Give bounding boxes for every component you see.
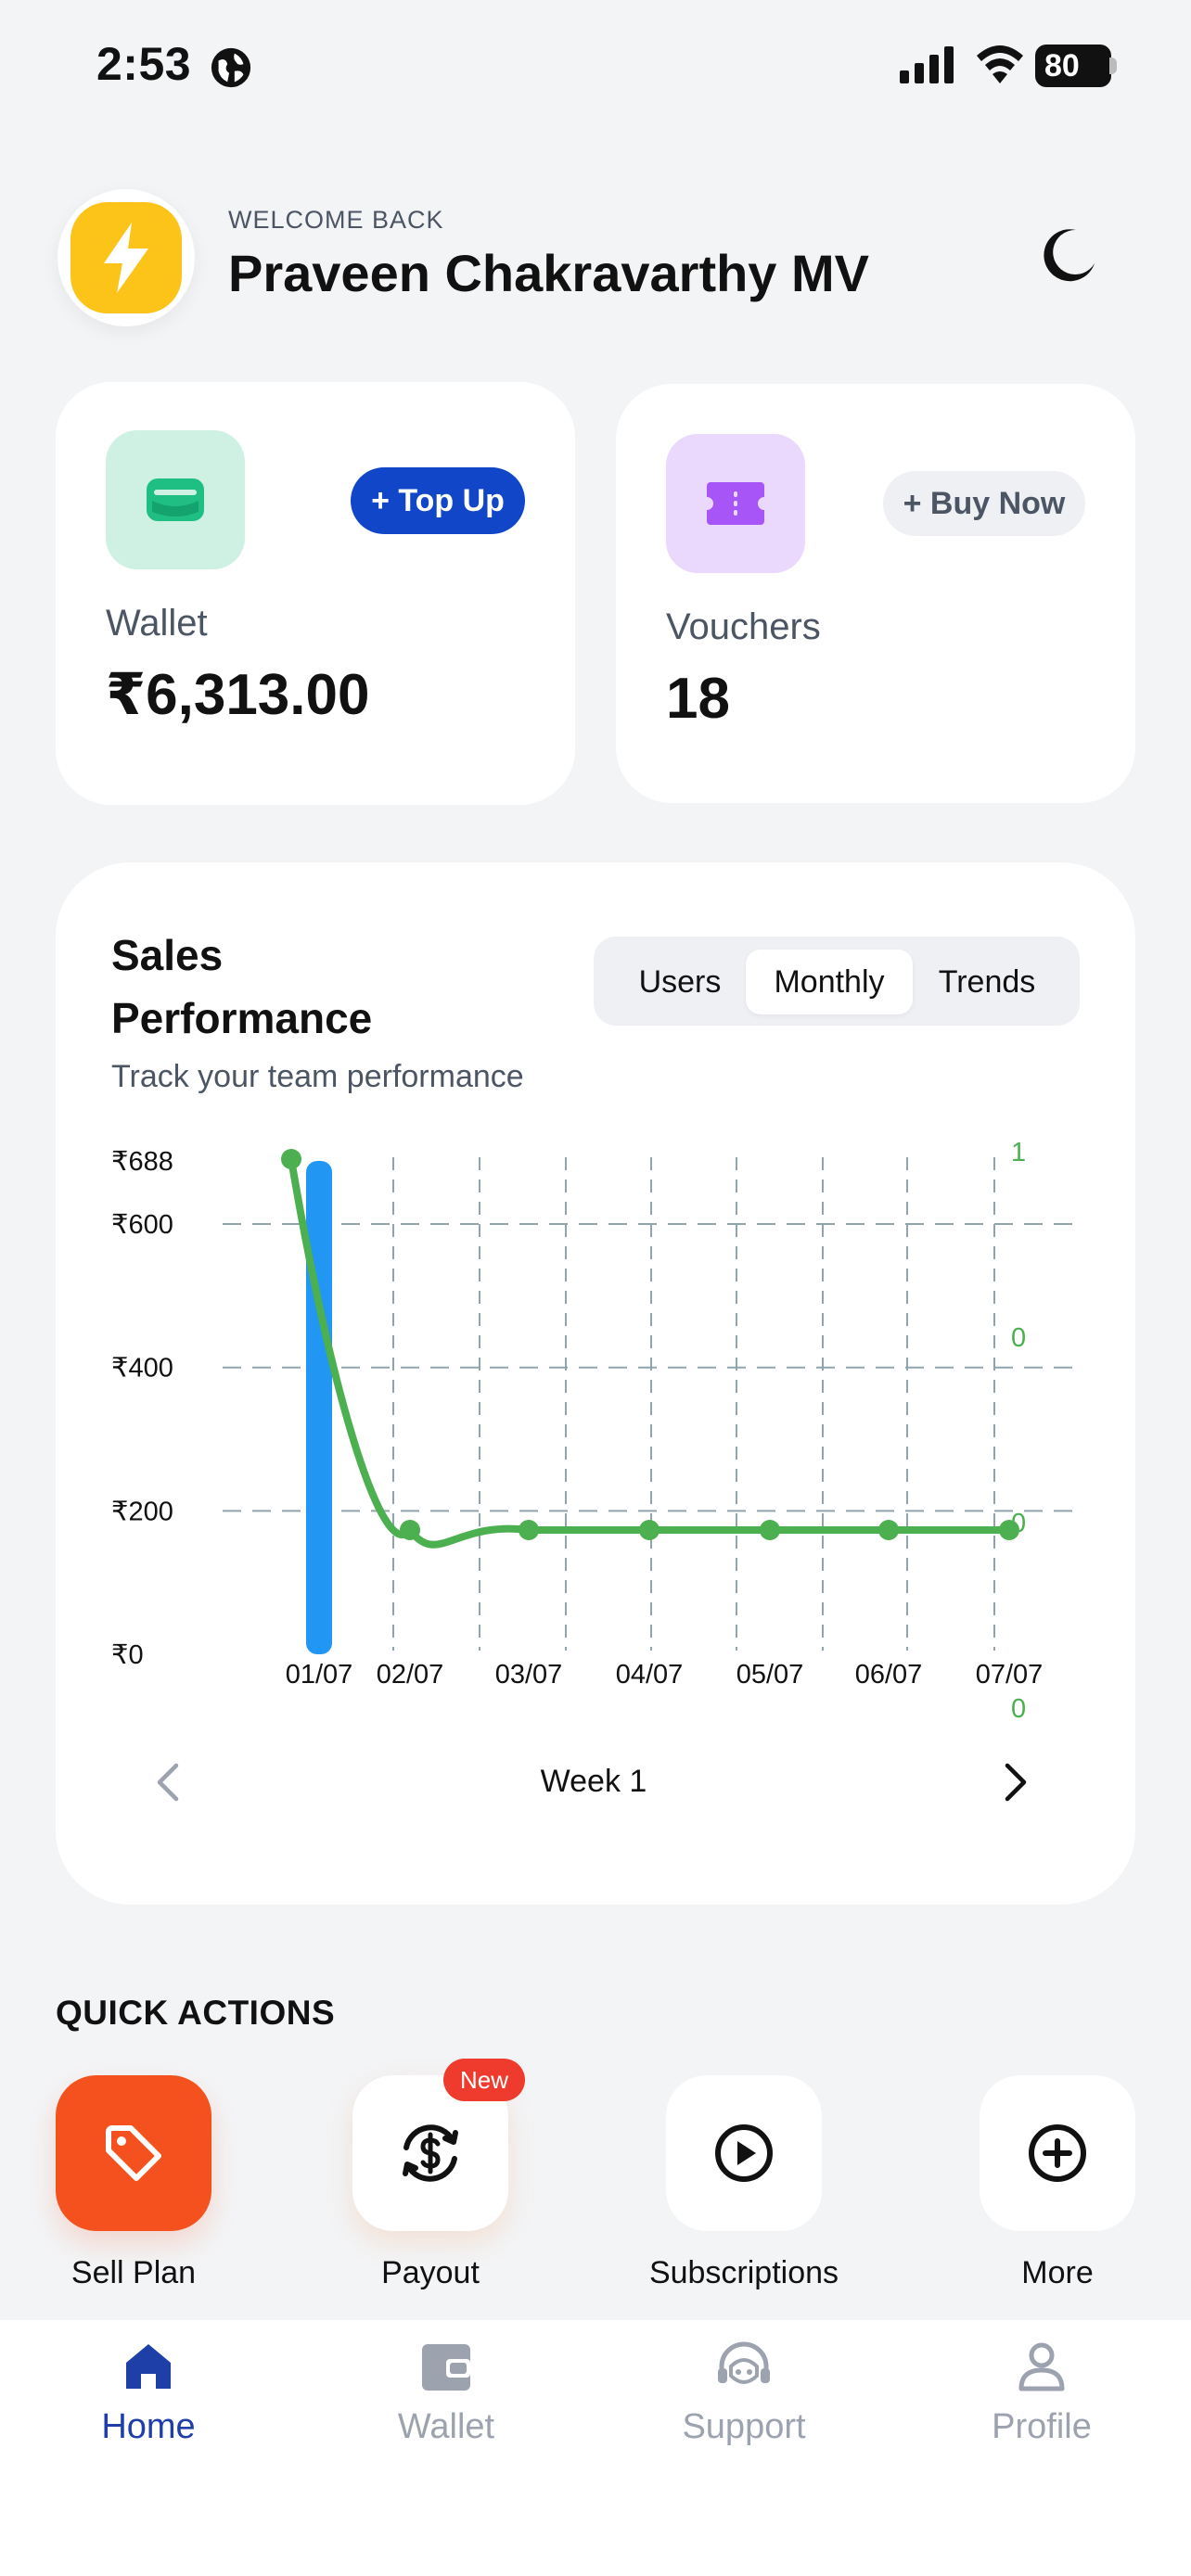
y-axis-tick-label: ₹200 <box>111 1497 173 1526</box>
chevron-left-icon[interactable] <box>150 1760 184 1804</box>
line-point <box>400 1520 420 1540</box>
person-icon <box>1018 2342 1065 2391</box>
line-point <box>999 1520 1019 1540</box>
line-point <box>519 1520 539 1540</box>
nav-profile[interactable]: Profile <box>930 2339 1153 2447</box>
payout-label: Payout <box>381 2255 480 2290</box>
right-axis-tick-label: 1 <box>1011 1138 1026 1167</box>
nav-support-label: Support <box>682 2407 806 2446</box>
line-point <box>281 1149 301 1169</box>
x-axis-tick-label: 03/07 <box>495 1660 563 1690</box>
nav-home[interactable]: Home <box>37 2339 260 2447</box>
nav-wallet-label: Wallet <box>397 2407 495 2446</box>
tag-icon <box>106 2125 161 2181</box>
nav-profile-label: Profile <box>992 2407 1092 2446</box>
new-badge: New <box>443 2059 525 2101</box>
y-axis-tick-label: ₹400 <box>111 1354 173 1384</box>
nav-support[interactable]: Support <box>633 2339 855 2447</box>
subscriptions-label: Subscriptions <box>648 2255 839 2290</box>
line-point <box>878 1520 899 1540</box>
right-axis-tick-label: 0 <box>1011 1323 1026 1353</box>
week-label: Week 1 <box>540 1764 647 1799</box>
right-axis-tick-label: 0 <box>1011 1694 1026 1724</box>
y-axis-tick-label: ₹0 <box>111 1640 144 1670</box>
x-axis-tick-label: 01/07 <box>286 1660 353 1690</box>
x-axis-tick-label: 06/07 <box>855 1660 923 1690</box>
wallet-icon <box>422 2344 470 2391</box>
line-series <box>288 1155 1013 1549</box>
play-circle-icon <box>715 2124 773 2182</box>
y-axis-tick-label: ₹688 <box>111 1147 173 1177</box>
sell-plan-button[interactable] <box>56 2075 211 2231</box>
x-axis-tick-label: 07/07 <box>976 1660 1044 1690</box>
nav-home-label: Home <box>101 2407 196 2446</box>
more-button[interactable] <box>980 2075 1135 2231</box>
bar <box>306 1161 332 1654</box>
headset-icon <box>718 2341 770 2384</box>
x-axis-tick-label: 02/07 <box>377 1660 444 1690</box>
sell-plan-label: Sell Plan <box>70 2255 197 2290</box>
x-axis-tick-label: 04/07 <box>616 1660 684 1690</box>
line-point <box>639 1520 660 1540</box>
quick-actions-title: QUICK ACTIONS <box>56 1994 336 2032</box>
sales-chart: ₹688₹600₹400₹200₹0 1000 01/07 02/07 03/07 0… <box>111 1138 1080 1724</box>
plus-circle-icon <box>1029 2124 1086 2182</box>
more-label: More <box>1021 2255 1094 2290</box>
line-point <box>760 1520 780 1540</box>
home-icon <box>126 2344 171 2389</box>
x-axis-tick-label: 05/07 <box>736 1660 804 1690</box>
chevron-right-icon[interactable] <box>998 1760 1031 1804</box>
nav-wallet[interactable]: Wallet <box>335 2339 557 2447</box>
y-axis-tick-label: ₹600 <box>111 1210 173 1240</box>
currency-refresh-icon <box>403 2124 458 2182</box>
subscriptions-button[interactable] <box>666 2075 822 2231</box>
